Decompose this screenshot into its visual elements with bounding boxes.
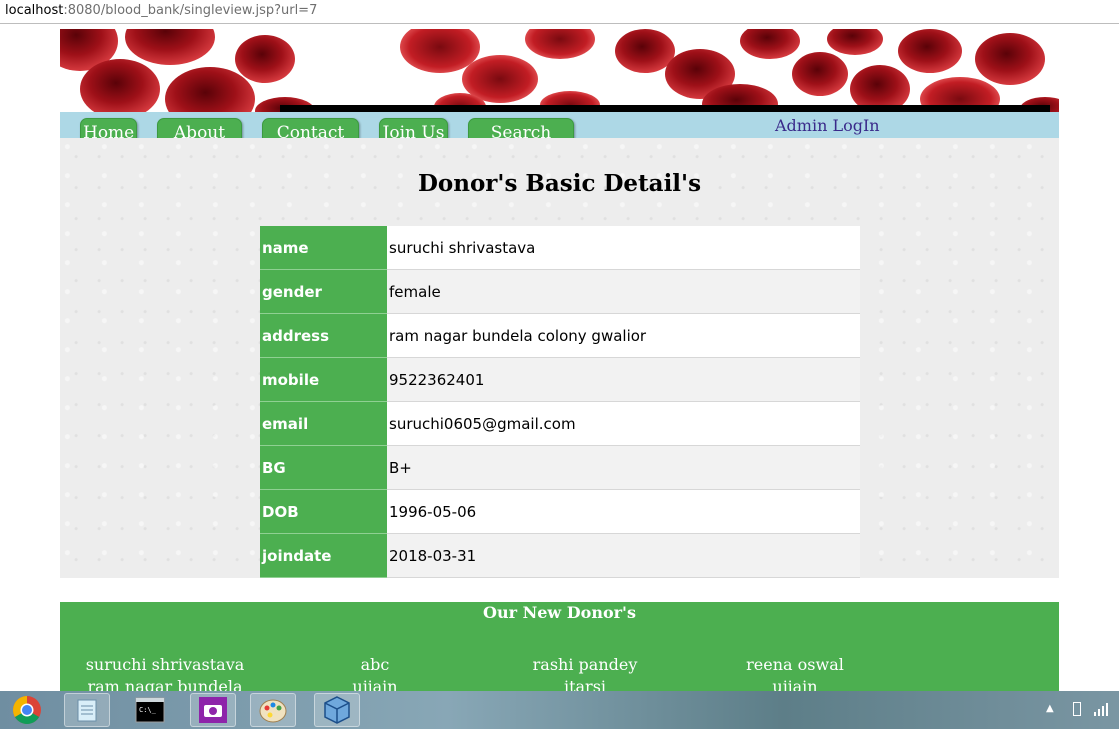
virtualbox-icon[interactable]	[314, 693, 360, 727]
header-banner	[60, 29, 1059, 112]
footer-title: Our New Donor's	[483, 603, 636, 622]
url-host: localhost	[5, 3, 64, 18]
camera-icon[interactable]	[190, 693, 236, 727]
address-bar[interactable]: localhost:8080/blood_bank/singleview.jsp…	[0, 0, 1119, 24]
detail-key: gender	[260, 269, 387, 314]
detail-value: 9522362401	[387, 357, 860, 402]
detail-value: 1996-05-06	[387, 489, 860, 534]
detail-value: 2018-03-31	[387, 533, 860, 578]
signal-icon[interactable]	[1093, 701, 1109, 721]
svg-text:C:\_: C:\_	[139, 706, 157, 714]
chrome-icon[interactable]	[4, 693, 50, 727]
page-title: Donor's Basic Detail's	[417, 170, 702, 197]
donor-details-table: name suruchi shrivastava gender female a…	[260, 226, 860, 578]
donor-name: abc	[360, 655, 390, 674]
detail-key: DOB	[260, 489, 387, 534]
notepad-icon[interactable]	[64, 693, 110, 727]
taskbar: C:\_ ▲	[0, 691, 1119, 729]
detail-key: address	[260, 313, 387, 358]
detail-key: BG	[260, 445, 387, 490]
url-path: :8080/blood_bank/singleview.jsp?url=7	[63, 3, 318, 18]
table-row: email suruchi0605@gmail.com	[260, 401, 860, 446]
table-row: name suruchi shrivastava	[260, 226, 860, 270]
detail-value: female	[387, 269, 860, 314]
detail-value: B+	[387, 445, 860, 490]
detail-key: joindate	[260, 533, 387, 578]
table-row: joindate 2018-03-31	[260, 533, 860, 578]
table-row: DOB 1996-05-06	[260, 489, 860, 534]
battery-icon[interactable]	[1073, 702, 1081, 716]
paint-icon[interactable]	[250, 693, 296, 727]
detail-key: name	[260, 226, 387, 270]
table-row: mobile 9522362401	[260, 357, 860, 402]
donor-name: suruchi shrivastava	[85, 655, 245, 674]
detail-key: mobile	[260, 357, 387, 402]
detail-value: suruchi shrivastava	[387, 226, 860, 270]
donor-name: reena oswal	[746, 655, 844, 674]
table-row: BG B+	[260, 445, 860, 490]
cmd-icon[interactable]: C:\_	[127, 693, 173, 727]
detail-key: email	[260, 401, 387, 446]
table-row: gender female	[260, 269, 860, 314]
detail-value: suruchi0605@gmail.com	[387, 401, 860, 446]
detail-value: ram nagar bundela colony gwalior	[387, 313, 860, 358]
table-row: address ram nagar bundela colony gwalior	[260, 313, 860, 358]
admin-login-link[interactable]: Admin LogIn	[775, 116, 880, 135]
tray-arrow-icon[interactable]: ▲	[1046, 703, 1054, 714]
blood-cells-image	[60, 29, 1059, 112]
donor-name: rashi pandey	[532, 655, 638, 674]
new-donors-footer: Our New Donor's suruchi shrivastava ram …	[60, 602, 1059, 702]
